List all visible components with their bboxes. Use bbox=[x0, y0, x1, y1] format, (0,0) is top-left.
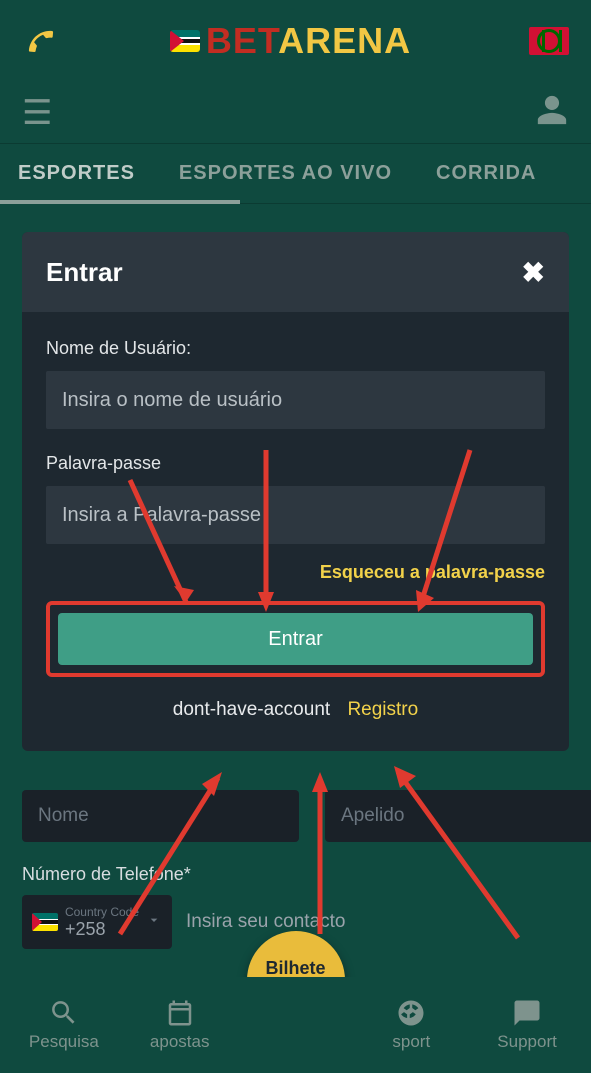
register-row: dont-have-account Registro bbox=[46, 699, 545, 721]
password-input[interactable] bbox=[46, 486, 545, 544]
search-icon bbox=[49, 998, 79, 1028]
register-link[interactable]: Registro bbox=[347, 699, 418, 720]
logo-text: BETARENA bbox=[206, 20, 411, 62]
language-flag-icon[interactable] bbox=[529, 27, 569, 55]
ticket-label: Bilhete bbox=[265, 958, 325, 979]
menu-icon[interactable]: ☰ bbox=[22, 93, 52, 133]
bottom-search[interactable]: Pesquisa bbox=[18, 998, 110, 1052]
bottom-search-label: Pesquisa bbox=[29, 1032, 99, 1052]
tab-esportes[interactable]: ESPORTES bbox=[18, 162, 135, 185]
username-input[interactable] bbox=[46, 371, 545, 429]
bottom-support[interactable]: Support bbox=[481, 998, 573, 1052]
login-modal: Entrar ✖ Nome de Usuário: Palavra-passe … bbox=[22, 232, 569, 751]
user-icon[interactable] bbox=[535, 93, 569, 132]
phone-icon[interactable] bbox=[17, 24, 57, 57]
country-code-value: +258 bbox=[65, 920, 139, 938]
brand-logo[interactable]: BETARENA bbox=[170, 20, 411, 62]
country-code-select[interactable]: Country Code +258 bbox=[22, 895, 172, 949]
tab-underline bbox=[0, 200, 240, 204]
soccer-icon bbox=[396, 998, 426, 1028]
username-label: Nome de Usuário: bbox=[46, 338, 545, 359]
bottom-sport-label: sport bbox=[392, 1032, 430, 1052]
tab-esportes-ao-vivo[interactable]: ESPORTES AO VIVO bbox=[179, 162, 392, 185]
password-label: Palavra-passe bbox=[46, 453, 545, 474]
top-bar: BETARENA bbox=[0, 0, 591, 82]
phone-label: Número de Telefone* bbox=[22, 864, 569, 885]
no-account-text: dont-have-account bbox=[173, 699, 330, 720]
modal-header: Entrar ✖ bbox=[22, 232, 569, 312]
bottom-sport[interactable]: sport bbox=[365, 998, 457, 1052]
last-name-input[interactable] bbox=[325, 790, 591, 842]
bottom-bets-label: apostas bbox=[150, 1032, 210, 1052]
forgot-password-link[interactable]: Esqueceu a palavra-passe bbox=[46, 562, 545, 583]
country-code-label: Country Code bbox=[65, 906, 139, 918]
bottom-support-label: Support bbox=[497, 1032, 557, 1052]
logo-flag-icon bbox=[170, 30, 200, 52]
login-highlight-box: Entrar bbox=[46, 601, 545, 677]
bottom-nav: Pesquisa apostas x sport Support bbox=[0, 977, 591, 1073]
calendar-icon bbox=[165, 998, 195, 1028]
contact-placeholder[interactable]: Insira seu contacto bbox=[186, 911, 345, 933]
bottom-bets[interactable]: apostas bbox=[134, 998, 226, 1052]
country-flag-icon bbox=[32, 913, 58, 931]
modal-title: Entrar bbox=[46, 257, 123, 288]
close-icon[interactable]: ✖ bbox=[522, 256, 545, 289]
login-button[interactable]: Entrar bbox=[58, 613, 533, 665]
chat-icon bbox=[512, 998, 542, 1028]
first-name-input[interactable] bbox=[22, 790, 299, 842]
tab-corrida[interactable]: CORRIDA bbox=[436, 162, 536, 185]
register-background: Número de Telefone* Country Code +258 In… bbox=[22, 790, 569, 949]
secondary-bar: ☰ bbox=[0, 82, 591, 144]
chevron-down-icon bbox=[146, 912, 162, 933]
sport-tabs: ESPORTES ESPORTES AO VIVO CORRIDA bbox=[0, 144, 591, 204]
